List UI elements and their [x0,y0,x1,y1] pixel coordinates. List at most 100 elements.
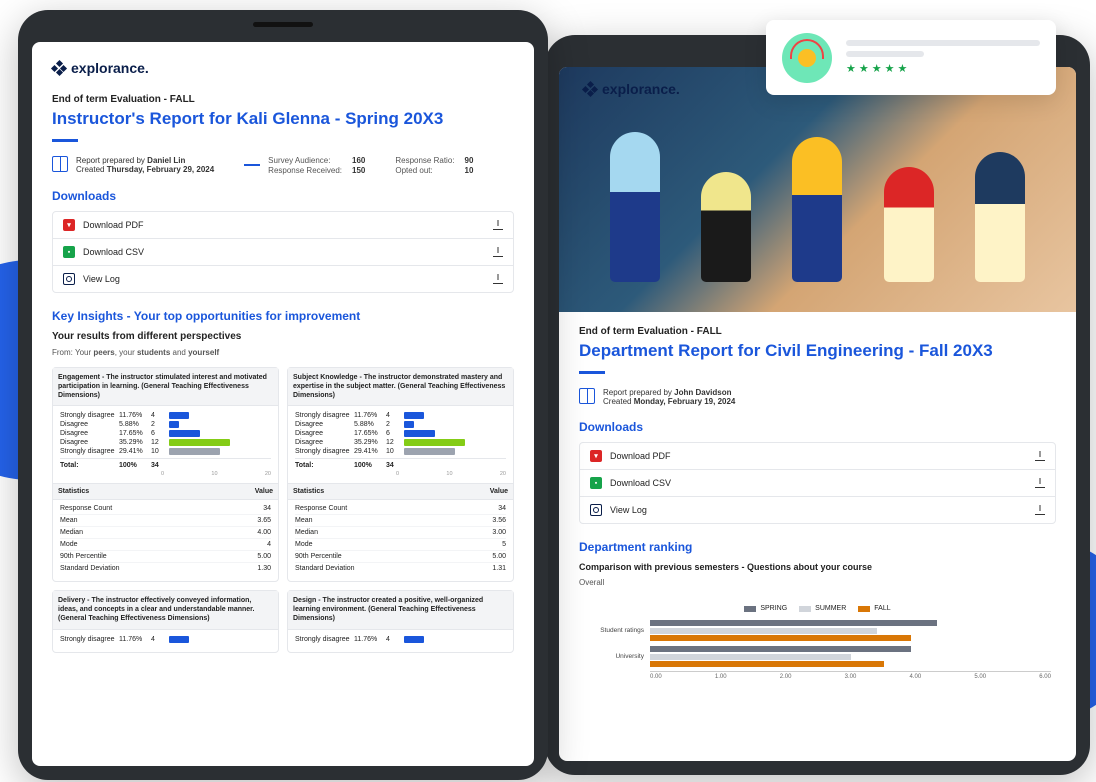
x-tick: 1.00 [715,674,727,680]
download-row-pdf[interactable]: ▾Download PDF [580,443,1055,470]
stats-row: Standard Deviation1.31 [295,563,506,574]
download-row-pdf[interactable]: ▾Download PDF [53,212,513,239]
log-icon [63,273,75,285]
review-content: ★★★★★ [846,40,1040,75]
hbar-fill [650,620,937,626]
report-meta: Report prepared by Daniel Lin Created Th… [52,156,514,175]
bar-ticks: 01020 [295,471,506,477]
row-label: Disagree [295,430,350,437]
insight-card: Delivery - The instructor effectively co… [52,590,279,652]
chart-x-axis: 0.001.002.003.004.005.006.00 [650,671,1051,680]
legend-item: SPRING [744,605,787,612]
csv-icon: ▪ [63,246,75,258]
row-percent: 11.76% [119,636,147,643]
row-count: 4 [151,412,165,419]
legend-swatch [744,606,756,612]
tablet-2-screen: explorance. End of term Evaluation - FAL… [559,67,1076,761]
downloads-heading: Downloads [52,189,514,203]
download-label: Download CSV [83,247,144,257]
stats-row: 90th Percentile5.00 [60,551,271,563]
distribution-row: Disagree5.88%2 [60,421,271,428]
row-count: 6 [386,430,400,437]
row-percent: 35.29% [119,439,147,446]
legend-label: SUMMER [815,605,846,612]
downloads-list: ▾Download PDF ▪ Download CSV View Log [52,211,514,293]
hbar-row [584,635,1051,641]
stats-row: Median3.00 [295,527,506,539]
star-icon: ★ [859,62,869,75]
pulse-icon [244,156,260,172]
row-count: 4 [151,636,165,643]
download-label: View Log [610,505,647,515]
bar-fill [404,430,435,437]
stats-row: Response Count34 [60,503,271,515]
x-tick: 6.00 [1039,674,1051,680]
stats-header: StatisticsValue [288,483,513,500]
row-percent: 11.76% [354,636,382,643]
review-card: ★★★★★ [766,20,1056,95]
ranking-subheading: Comparison with previous semesters - Que… [579,562,1056,572]
row-label: Strongly disagree [60,636,115,643]
hbar-category-label: University [584,653,644,660]
row-label: Disagree [60,421,115,428]
download-row-log[interactable]: View Log [580,497,1055,523]
bar-fill [404,421,414,428]
bar-fill [404,448,455,455]
legend-label: FALL [874,605,890,612]
report-meta: Report prepared by John Davidson Created… [579,388,1056,406]
row-percent: 29.41% [119,448,147,455]
insight-card: Engagement - The instructor stimulated i… [52,367,279,582]
stats-header: StatisticsValue [53,483,278,500]
book-icon [579,388,595,404]
hbar-row: Student ratings [584,627,1051,634]
download-label: Download CSV [610,478,671,488]
hbar-fill [650,628,877,634]
tablet-device-2: explorance. End of term Evaluation - FAL… [545,35,1090,775]
pdf-icon: ▾ [590,450,602,462]
x-tick: 5.00 [974,674,986,680]
download-icon [493,274,503,284]
distribution-row: Strongly disagree11.76%4 [295,412,506,419]
legend-item: FALL [858,605,890,612]
row-percent: 35.29% [354,439,382,446]
distribution-row: Strongly disagree11.76%4 [295,636,506,643]
row-label: Disagree [60,439,115,446]
download-icon [493,220,503,230]
hbar-row [584,620,1051,626]
download-icon [493,247,503,257]
x-tick: 3.00 [845,674,857,680]
hbar-category-label: Student ratings [584,627,644,634]
bar-fill [404,636,424,643]
row-label: Strongly disagree [295,448,350,455]
legend-swatch [858,606,870,612]
download-row-log[interactable]: View Log [53,266,513,292]
stats-row: Median4.00 [60,527,271,539]
bar-fill [169,421,179,428]
download-row-csv[interactable]: ▪Download CSV [580,470,1055,497]
download-icon [1035,478,1045,488]
brand-name: explorance. [71,60,149,76]
distribution-row: Disagree17.65%6 [60,430,271,437]
brand-logo: explorance. [579,79,684,99]
row-count: 10 [386,448,400,455]
tablet-device-1: explorance. End of term Evaluation - FAL… [18,10,548,780]
avatar [782,33,832,83]
report-title: Instructor's Report for Kali Glenna - Sp… [52,109,514,129]
downloads-list: ▾Download PDF▪Download CSV View Log [579,442,1056,524]
legend-item: SUMMER [799,605,846,612]
bar-fill [169,439,230,446]
department-bar-chart: SPRING SUMMER FALL Student ratings Universi… [579,597,1056,688]
star-icon: ★ [846,62,856,75]
row-label: Disagree [60,430,115,437]
row-count: 12 [151,439,165,446]
ranking-heading: Department ranking [579,540,1056,554]
report-title: Department Report for Civil Engineering … [579,341,1056,361]
download-row-csv[interactable]: ▪ Download CSV [53,239,513,266]
logo-icon [583,82,597,96]
total-row: Total:100%34 [295,458,506,469]
distribution-row: Strongly disagree29.41%10 [60,448,271,455]
star-icon: ★ [872,62,882,75]
pdf-icon: ▾ [63,219,75,231]
log-icon [590,504,602,516]
card-title: Delivery - The instructor effectively co… [53,591,278,629]
